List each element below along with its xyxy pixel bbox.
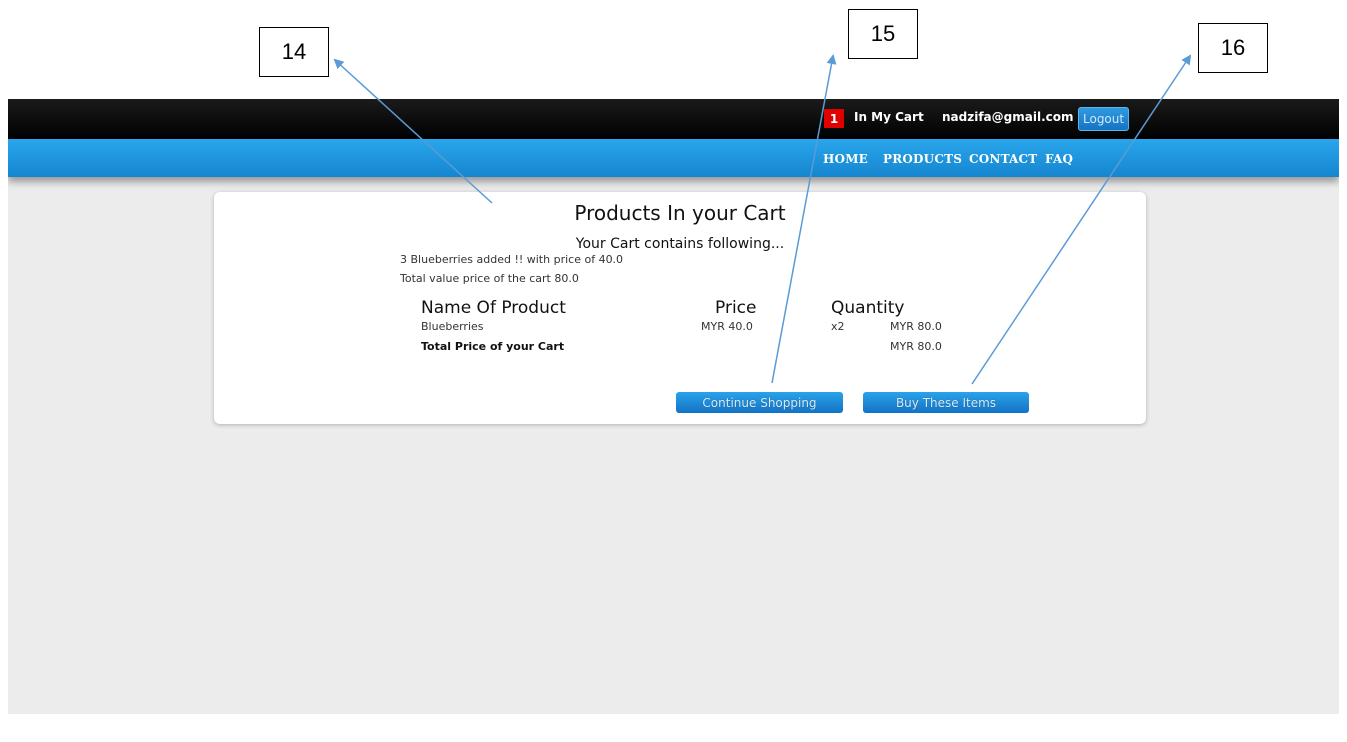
item-subtotal: MYR 80.0 <box>890 320 942 333</box>
browser-viewport: 1 In My Cart nadzifa@gmail.com Logout HO… <box>8 99 1339 714</box>
continue-shopping-button[interactable]: Continue Shopping <box>676 392 843 413</box>
cart-total-label: Total Price of your Cart <box>421 340 565 353</box>
main-nav: HOME PRODUCTS CONTACT FAQ <box>8 139 1339 177</box>
page-title: Products In your Cart <box>574 201 786 225</box>
cart-count-badge: 1 <box>824 109 844 128</box>
cart-subtitle: Your Cart contains following... <box>575 236 785 252</box>
column-header-price: Price <box>715 298 757 318</box>
callout-15: 15 <box>848 9 918 59</box>
item-price: MYR 40.0 <box>701 320 753 333</box>
callout-14: 14 <box>259 27 329 77</box>
buy-items-button[interactable]: Buy These Items <box>863 392 1029 413</box>
column-header-name: Name Of Product <box>421 298 566 318</box>
column-header-quantity: Quantity <box>831 298 905 318</box>
my-cart-link[interactable]: In My Cart <box>854 110 924 124</box>
cart-total-value: MYR 80.0 <box>890 340 942 353</box>
cart-panel: Products In your Cart Your Cart contains… <box>214 192 1146 424</box>
callout-16: 16 <box>1198 23 1268 73</box>
nav-faq[interactable]: FAQ <box>1045 152 1073 166</box>
nav-contact[interactable]: CONTACT <box>969 152 1037 166</box>
item-quantity: x2 <box>831 320 845 333</box>
nav-home[interactable]: HOME <box>823 152 868 166</box>
user-email: nadzifa@gmail.com <box>942 110 1074 124</box>
logout-button[interactable]: Logout <box>1078 107 1130 131</box>
top-bar: 1 In My Cart nadzifa@gmail.com Logout <box>8 99 1339 139</box>
nav-products[interactable]: PRODUCTS <box>883 152 962 166</box>
added-message: 3 Blueberries added !! with price of 40.… <box>400 253 624 266</box>
total-value-message: Total value price of the cart 80.0 <box>400 272 579 285</box>
item-name: Blueberries <box>421 320 484 333</box>
